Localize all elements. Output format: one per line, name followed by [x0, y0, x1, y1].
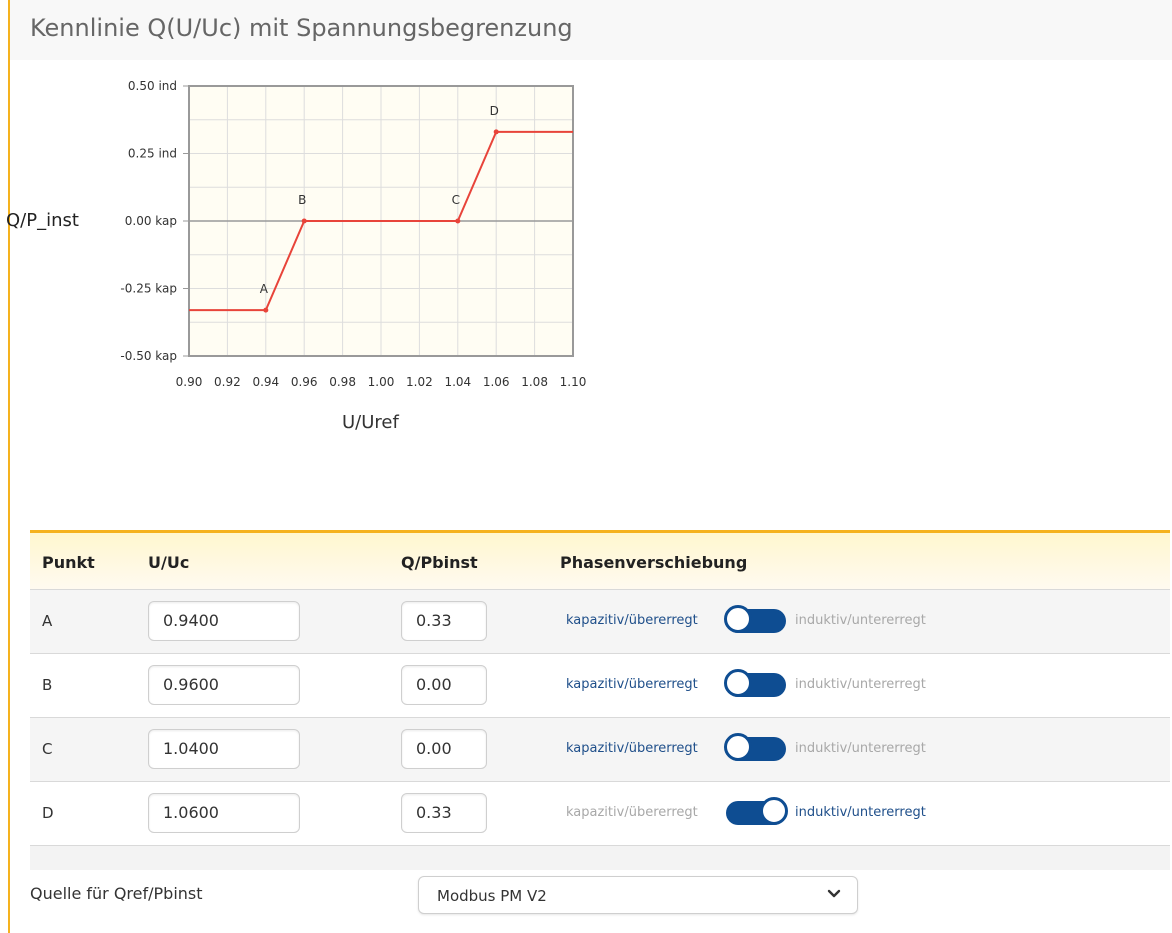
phase-toggle[interactable]: [724, 669, 786, 697]
source-selected-value: Modbus PM V2: [437, 887, 547, 905]
chart-svg: 0.90 0.92 0.94 0.96 0.98 1.00 1.02 1.04 1.06 1.08…: [120, 79, 587, 389]
label-inductive: induktiv/untererregt: [795, 613, 926, 628]
y-tick-label: 0.25 ind: [128, 147, 177, 161]
toggle-knob: [724, 669, 752, 697]
label-inductive: induktiv/untererregt: [795, 805, 926, 820]
x-tick-label: 1.06: [483, 375, 510, 389]
q-pbinst-input[interactable]: 0.00: [401, 729, 487, 769]
label-capacitive: kapazitiv/übererregt: [566, 613, 698, 628]
point-label: C: [452, 193, 460, 207]
q-pbinst-input[interactable]: 0.33: [401, 793, 487, 833]
header-u: U/Uc: [148, 553, 190, 572]
data-point: [301, 218, 307, 224]
phase-toggle[interactable]: [724, 733, 786, 761]
x-tick-label: 1.02: [406, 375, 433, 389]
source-label: Quelle für Qref/Pbinst: [30, 884, 203, 903]
x-tick-label: 1.00: [368, 375, 395, 389]
q-pbinst-input[interactable]: 0.33: [401, 601, 487, 641]
page-title: Kennlinie Q(U/Uc) mit Spannungsbegrenzun…: [30, 14, 573, 42]
phase-toggle[interactable]: [724, 605, 786, 633]
table-footer: [30, 845, 1170, 870]
label-capacitive: kapazitiv/übererregt: [566, 805, 698, 820]
point-name: B: [42, 676, 53, 694]
table-row: A 0.9400 0.33 kapazitiv/übererregt induktiv/…: [30, 589, 1170, 653]
x-tick-label: 1.10: [560, 375, 587, 389]
header-phase: Phasenverschiebung: [560, 553, 748, 572]
data-point: [263, 307, 269, 313]
y-tick-label: 0.50 ind: [128, 79, 177, 93]
y-tick-label: 0.00 kap: [125, 214, 177, 228]
x-tick-label: 1.04: [444, 375, 471, 389]
x-tick-label: 0.90: [176, 375, 203, 389]
points-table: Punkt U/Uc Q/Pbinst Phasenverschiebung A…: [30, 530, 1170, 870]
phase-toggle[interactable]: [726, 797, 788, 825]
point-name: A: [42, 612, 53, 630]
toggle-knob: [760, 797, 788, 825]
point-label: B: [298, 193, 306, 207]
u-uc-input[interactable]: 1.0600: [148, 793, 300, 833]
label-capacitive: kapazitiv/übererregt: [566, 677, 698, 692]
characteristic-chart: 0.90 0.92 0.94 0.96 0.98 1.00 1.02 1.04 1.06 1.08…: [0, 70, 620, 450]
point-label: A: [260, 282, 269, 296]
header-q: Q/Pbinst: [401, 553, 478, 572]
data-point: [455, 218, 461, 224]
table-row: C 1.0400 0.00 kapazitiv/übererregt induktiv/…: [30, 717, 1170, 781]
x-tick-label: 0.96: [291, 375, 318, 389]
x-axis-title: U/Uref: [342, 412, 399, 433]
y-tick-label: -0.25 kap: [120, 282, 177, 296]
table-header: Punkt U/Uc Q/Pbinst Phasenverschiebung: [30, 530, 1170, 589]
x-tick-label: 0.94: [252, 375, 279, 389]
point-label: D: [490, 104, 499, 118]
u-uc-input[interactable]: 1.0400: [148, 729, 300, 769]
table-body: A 0.9400 0.33 kapazitiv/übererregt induktiv/…: [30, 589, 1170, 845]
y-axis-title: Q/P_inst: [6, 210, 79, 231]
y-tick-label: -0.50 kap: [120, 349, 177, 363]
u-uc-input[interactable]: 0.9600: [148, 665, 300, 705]
label-inductive: induktiv/untererregt: [795, 677, 926, 692]
x-tick-label: 0.92: [214, 375, 241, 389]
table-row: D 1.0600 0.33 kapazitiv/übererregt induktiv/…: [30, 781, 1170, 845]
u-uc-input[interactable]: 0.9400: [148, 601, 300, 641]
label-inductive: induktiv/untererregt: [795, 741, 926, 756]
x-tick-label: 0.98: [329, 375, 356, 389]
header-point: Punkt: [42, 553, 95, 572]
point-name: C: [42, 740, 53, 758]
table-row: B 0.9600 0.00 kapazitiv/übererregt induktiv/…: [30, 653, 1170, 717]
toggle-knob: [724, 605, 752, 633]
toggle-knob: [724, 733, 752, 761]
data-point: [493, 129, 499, 135]
point-name: D: [42, 804, 54, 822]
source-select[interactable]: Modbus PM V2: [418, 876, 858, 914]
chevron-down-icon: [827, 889, 841, 898]
q-pbinst-input[interactable]: 0.00: [401, 665, 487, 705]
x-tick-label: 1.08: [521, 375, 548, 389]
label-capacitive: kapazitiv/übererregt: [566, 741, 698, 756]
